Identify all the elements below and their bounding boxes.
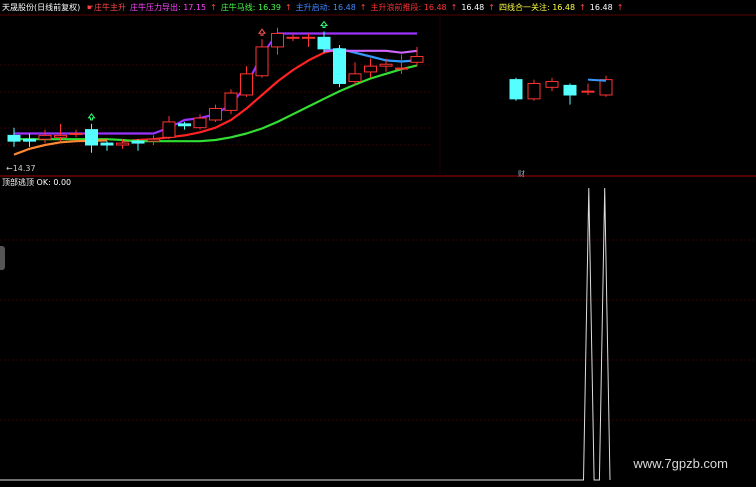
right-candles	[509, 75, 613, 105]
arrow-0	[87, 113, 96, 121]
main-candle-body-4	[69, 132, 83, 135]
right-candle-body-2	[545, 81, 559, 88]
right-candle-body-3	[563, 84, 577, 96]
main-candle-body-25	[395, 67, 408, 70]
main-candles	[7, 27, 424, 153]
tip-label: 财	[518, 170, 525, 178]
main-candle-body-1	[23, 138, 36, 142]
main-candle-body-24	[379, 63, 393, 67]
main-candle-body-8	[131, 140, 145, 144]
main-candle-body-0	[7, 134, 21, 142]
panel-resize-handle[interactable]	[0, 246, 5, 270]
arrow-2	[258, 28, 266, 36]
main-candle-body-21	[333, 48, 346, 84]
main-candle-body-20	[317, 36, 331, 50]
main-candle-body-13	[209, 107, 222, 121]
main-candle-body-10	[162, 121, 176, 138]
subchart-label: 顶部逃顶 OK: 0.00	[2, 178, 72, 187]
main-candle-body-26	[410, 56, 424, 63]
sub-line	[0, 187, 611, 481]
main-candle-body-16	[255, 46, 269, 77]
main-candle-body-11	[178, 123, 191, 127]
main-candle-body-23	[364, 65, 377, 73]
main-candle-body-17	[271, 32, 284, 48]
right-candle-body-5	[599, 79, 613, 96]
low-price-label: ←14.37	[6, 164, 36, 173]
main-candle-body-5	[85, 129, 98, 146]
main-candle-body-22	[348, 73, 362, 83]
main-candle-body-18	[286, 36, 300, 39]
main-candle-body-6	[100, 142, 114, 146]
main-candle-body-9	[147, 138, 160, 142]
main-candle-body-19	[302, 36, 315, 39]
right-candle-body-4	[581, 90, 595, 93]
right-candle-body-0	[509, 79, 523, 100]
chart-window: 天晟股份(日线前复权) ☛庄牛主升 庄牛压力导出: 17.15 ↑ 庄牛马线: 16.…	[0, 0, 756, 487]
main-candle-body-12	[193, 117, 207, 129]
main-series	[13, 32, 418, 156]
sub-series	[0, 187, 611, 481]
right-candle-body-1	[527, 82, 541, 100]
watermark: www.7gpzb.com	[633, 456, 728, 471]
main-candle-body-7	[116, 142, 129, 146]
main-candle-body-14	[224, 92, 238, 111]
main-candle-body-2	[38, 134, 52, 140]
right-line-0	[587, 78, 607, 82]
chart-canvas[interactable]	[0, 0, 756, 487]
arrow-1	[320, 20, 328, 29]
main-candle-body-3	[54, 134, 67, 138]
main-candle-body-15	[240, 73, 253, 96]
